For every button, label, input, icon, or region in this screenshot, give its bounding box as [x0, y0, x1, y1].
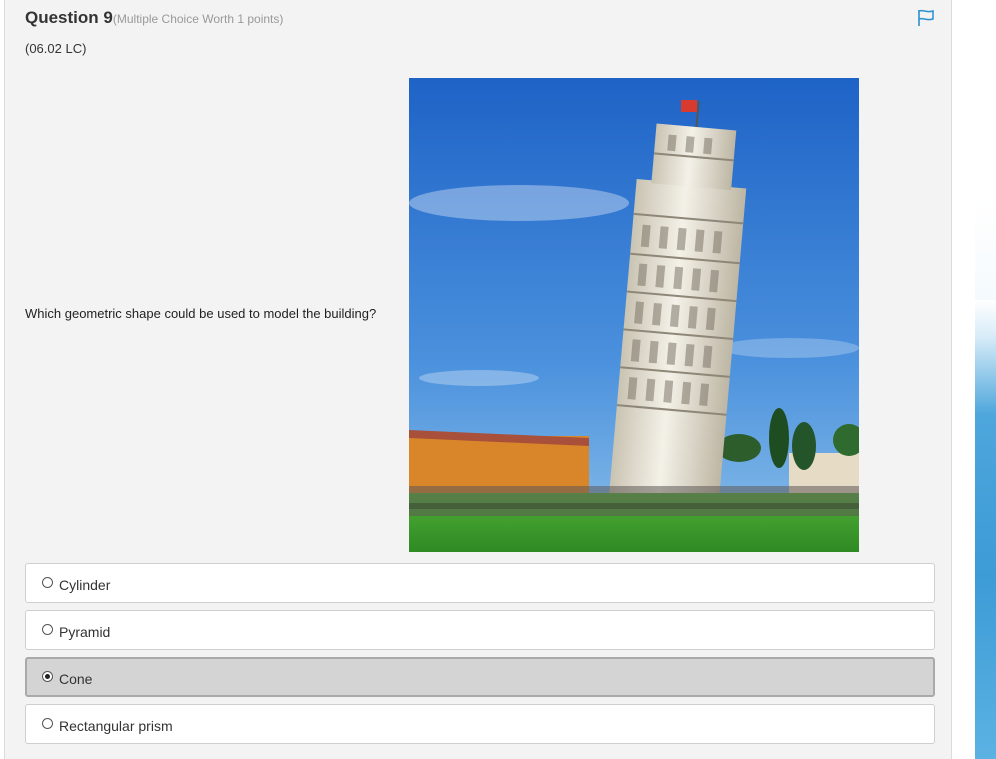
choice-cone[interactable]: Cone: [25, 657, 935, 697]
question-meta: (Multiple Choice Worth 1 points): [112, 12, 284, 26]
side-decoration-bar: [975, 300, 996, 759]
flag-button[interactable]: [916, 8, 936, 28]
radio-button[interactable]: [42, 718, 53, 729]
choice-label: Rectangular prism: [59, 718, 173, 734]
question-panel: Question 9(Multiple Choice Worth 1 point…: [4, 0, 952, 759]
question-title: Question 9: [25, 8, 113, 27]
answer-choices: Cylinder Pyramid Cone Rectangular prism: [25, 563, 935, 751]
choice-cylinder[interactable]: Cylinder: [25, 563, 935, 603]
radio-button[interactable]: [42, 577, 53, 588]
choice-label: Pyramid: [59, 624, 111, 640]
choice-label: Cylinder: [59, 577, 111, 593]
choice-pyramid[interactable]: Pyramid: [25, 610, 935, 650]
choice-label: Cone: [59, 671, 93, 687]
radio-button[interactable]: [42, 624, 53, 635]
question-code: (06.02 LC): [25, 41, 87, 56]
radio-dot: [45, 674, 50, 679]
flag-icon: [918, 9, 934, 26]
leaning-tower-photo: [409, 78, 859, 552]
radio-button-selected[interactable]: [42, 671, 53, 682]
choice-rectangular-prism[interactable]: Rectangular prism: [25, 704, 935, 744]
question-prompt: Which geometric shape could be used to m…: [25, 306, 377, 321]
question-header: Question 9(Multiple Choice Worth 1 point…: [25, 8, 283, 28]
